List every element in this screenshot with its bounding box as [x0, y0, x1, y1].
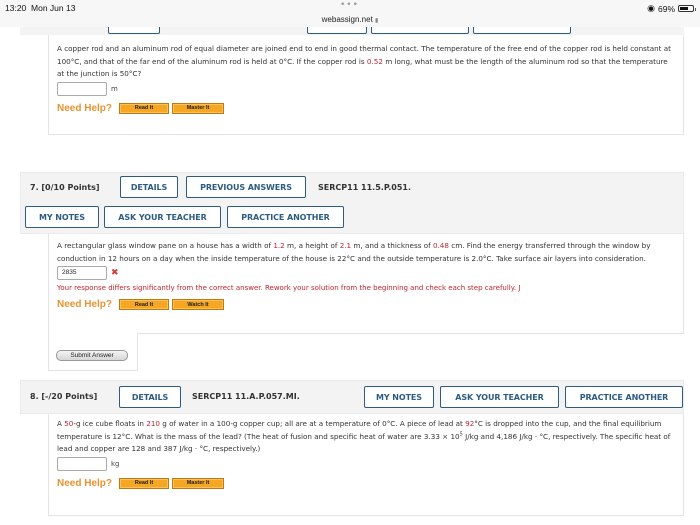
q8-body: A 50-g ice cube floats in 210 g of water… — [48, 414, 684, 516]
more-dots-icon[interactable]: ••• — [340, 0, 359, 10]
q7-ask-teacher-button[interactable]: ASK YOUR TEACHER — [104, 206, 221, 228]
q8-points-label: 8. [-/20 Points] — [30, 392, 98, 401]
need-help-label: Need Help? — [57, 299, 113, 310]
q7-question-text: A rectangular glass window pane on a hou… — [57, 241, 651, 263]
q7-error-message: Your response differs significantly from… — [57, 284, 521, 292]
q8-ask-teacher-button[interactable]: ASK YOUR TEACHER — [440, 386, 559, 408]
url-bar[interactable]: webassign.net ▮ — [0, 15, 700, 24]
need-help-label: Need Help? — [57, 477, 113, 489]
battery-percent: 69% — [657, 3, 675, 14]
q6-practice-another-button-partial[interactable] — [473, 27, 571, 34]
q8-my-notes-button[interactable]: MY NOTES — [364, 386, 434, 408]
q6-answer-input[interactable] — [57, 81, 107, 96]
q6-unit: m — [111, 84, 118, 93]
q7-my-notes-button[interactable]: MY NOTES — [25, 206, 99, 228]
read-it-button[interactable]: Read It — [119, 102, 170, 114]
lock-icon: ▮ — [375, 18, 379, 24]
watch-it-button[interactable]: Watch It — [172, 299, 225, 310]
status-right: ◉ 69% — [647, 3, 696, 14]
q6-ask-teacher-button-partial[interactable] — [371, 27, 469, 34]
q8-answer-input[interactable] — [57, 456, 107, 471]
master-it-button[interactable]: Master It — [172, 102, 225, 114]
url-text: webassign.net — [321, 15, 373, 24]
q6-question-text: A copper rod and an aluminum rod of equa… — [57, 44, 671, 78]
master-it-button[interactable]: Master It — [172, 477, 225, 489]
battery-icon — [678, 5, 696, 12]
q8-details-button[interactable]: DETAILS — [119, 386, 181, 408]
q8-unit: kg — [111, 459, 120, 468]
q6-body: A copper rod and an aluminum rod of equa… — [48, 35, 684, 135]
q8-practice-another-button[interactable]: PRACTICE ANOTHER — [565, 386, 683, 408]
status-time: 13:20 Mon Jun 13 — [5, 3, 76, 13]
q7-body: A rectangular glass window pane on a hou… — [48, 234, 684, 334]
q7-answer-input[interactable]: 2835 — [57, 266, 107, 280]
wifi-icon: ◉ — [647, 3, 655, 13]
incorrect-x-icon: ✖ — [111, 268, 119, 278]
submit-answer-button[interactable]: Submit Answer — [56, 350, 128, 361]
q7-points-label: 7. [0/10 Points] — [30, 183, 100, 192]
q7-details-button[interactable]: DETAILS — [120, 176, 178, 198]
read-it-button[interactable]: Read It — [119, 477, 170, 489]
q7-practice-another-button[interactable]: PRACTICE ANOTHER — [227, 206, 344, 228]
q7-previous-answers-button[interactable]: PREVIOUS ANSWERS — [186, 176, 306, 198]
read-it-button[interactable]: Read It — [119, 299, 170, 310]
ios-status-bar: 13:20 Mon Jun 13 ••• webassign.net ▮ ◉ 6… — [0, 0, 700, 27]
need-help-label: Need Help? — [57, 102, 113, 114]
q8-question-text: A 50-g ice cube floats in 210 g of water… — [57, 419, 671, 453]
q6-my-notes-button-partial[interactable] — [307, 27, 367, 34]
q8-problem-code: SERCP11 11.A.P.057.MI. — [192, 392, 300, 401]
q7-problem-code: SERCP11 11.5.P.051. — [318, 183, 411, 192]
q6-details-button-partial[interactable] — [108, 27, 160, 34]
